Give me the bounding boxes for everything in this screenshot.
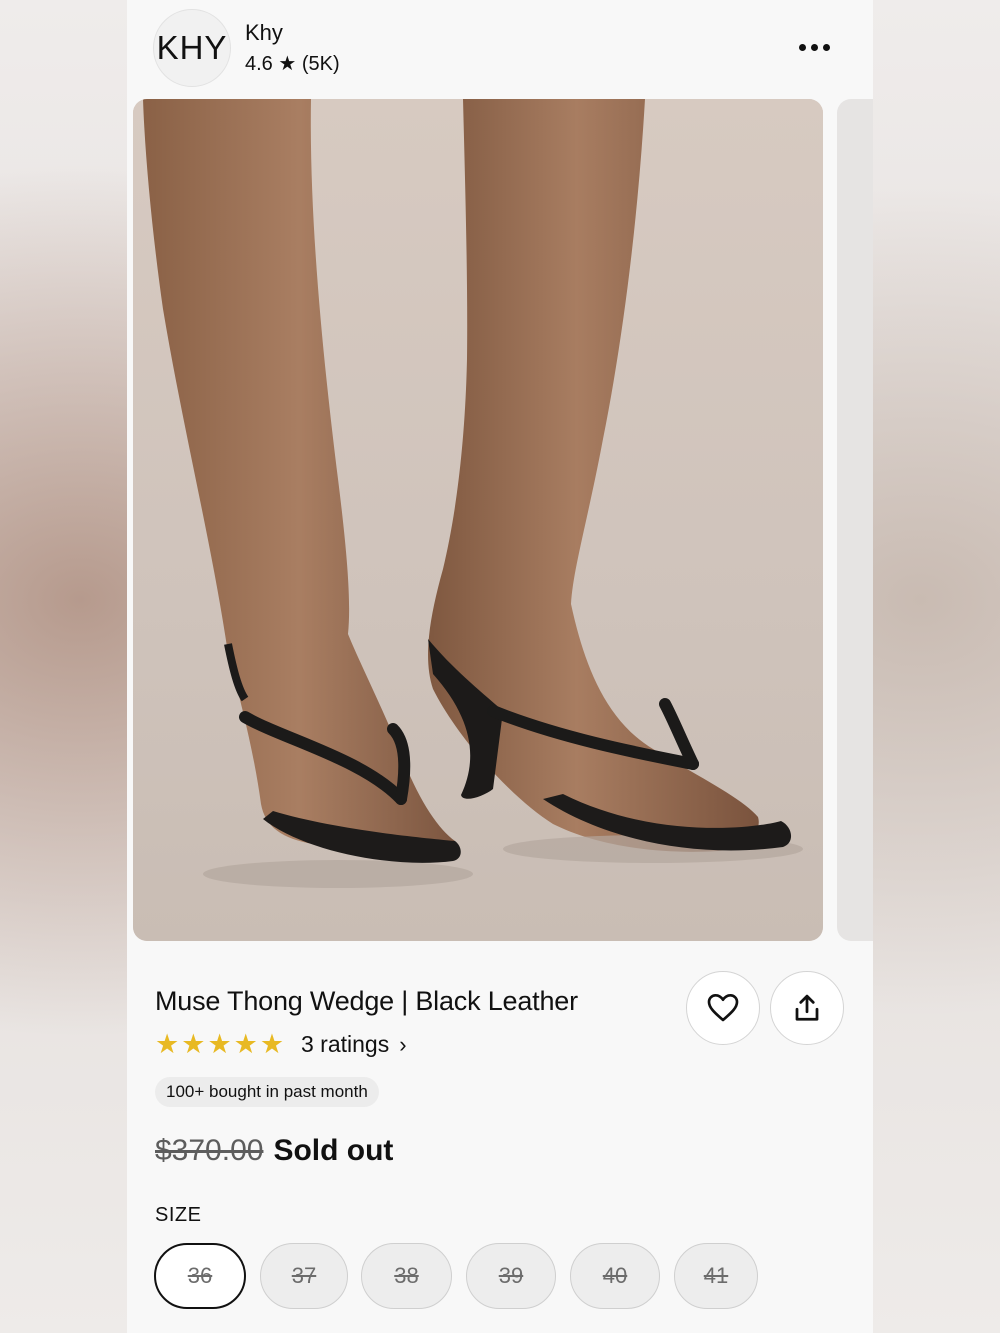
size-option[interactable]: 40 (570, 1243, 660, 1309)
shop-logo[interactable]: KHY (153, 9, 231, 87)
favorite-button[interactable] (686, 971, 760, 1045)
star-icon: ★ (181, 1029, 206, 1059)
size-option[interactable]: 36 (154, 1243, 246, 1309)
shop-rating: 4.6 ★ (5K) (245, 53, 340, 75)
size-option[interactable]: 38 (361, 1243, 452, 1309)
star-icon: ★ (259, 1029, 285, 1059)
rating-stars[interactable]: ★ ★ ★ ★ ★ (155, 1029, 284, 1059)
product-image[interactable] (133, 99, 823, 941)
size-option[interactable]: 41 (674, 1243, 758, 1309)
more-dot-icon (822, 43, 830, 51)
size-label: SIZE (155, 1204, 202, 1226)
sales-badge: 100+ bought in past month (155, 1077, 379, 1107)
product-photo-illustration (133, 99, 823, 941)
ratings-count: 3 ratings (301, 1031, 390, 1057)
star-icon: ★ (207, 1029, 232, 1059)
sold-out-label: Sold out (273, 1134, 394, 1167)
star-icon: ★ (155, 1029, 180, 1059)
heart-icon (707, 994, 739, 1022)
size-option[interactable]: 37 (260, 1243, 348, 1309)
share-icon (795, 994, 819, 1021)
size-option[interactable]: 39 (466, 1243, 556, 1309)
price-row: $370.00 Sold out (155, 1134, 393, 1168)
product-page: KHY Khy 4.6 ★ (5K) Muse Thong Wedge | Bl… (127, 0, 873, 1333)
star-icon: ★ (233, 1029, 258, 1059)
ratings-link[interactable]: 3 ratings › (301, 1031, 407, 1058)
more-dot-icon (810, 43, 818, 51)
share-button[interactable] (770, 971, 844, 1045)
more-dot-icon (798, 43, 806, 51)
next-product-image[interactable] (837, 99, 873, 941)
more-options-button[interactable] (791, 34, 837, 60)
shop-name[interactable]: Khy (245, 20, 283, 46)
product-title: Muse Thong Wedge | Black Leather (155, 986, 578, 1016)
original-price: $370.00 (155, 1134, 264, 1167)
chevron-right-icon: › (399, 1031, 407, 1057)
